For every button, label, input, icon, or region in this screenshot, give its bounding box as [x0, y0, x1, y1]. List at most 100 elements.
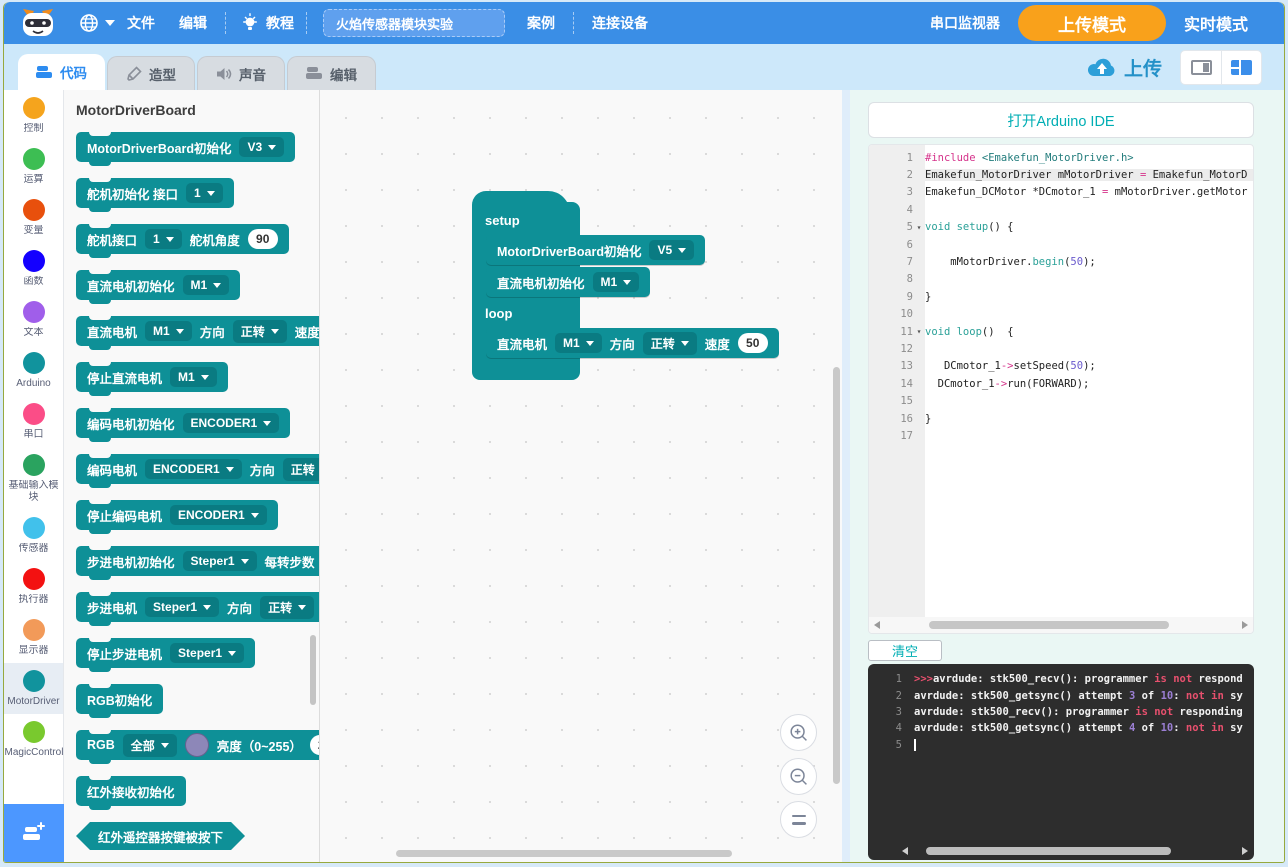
block-value-input[interactable]: 255 — [310, 735, 320, 755]
block-dropdown[interactable]: 1 — [186, 183, 223, 203]
output-console[interactable]: 1>>>avrdude: stk500_recv(): programmer i… — [868, 664, 1254, 860]
palette-block[interactable]: MotorDriverBoard初始化V3 — [76, 132, 295, 162]
scroll-right-arrow-icon[interactable] — [1242, 847, 1248, 855]
clear-console-button[interactable]: 清空 — [868, 640, 942, 661]
sidebar-item-变量[interactable]: 变量 — [4, 192, 63, 243]
zoom-out-button[interactable] — [780, 758, 817, 795]
palette-block[interactable]: 步进电机Steper1方向正转步数 — [76, 592, 320, 622]
block-dropdown[interactable]: 1 — [145, 229, 182, 249]
block-dropdown[interactable]: M1 — [170, 367, 217, 387]
zoom-in-button[interactable] — [780, 714, 817, 751]
scroll-left-arrow-icon[interactable] — [902, 847, 908, 855]
fold-marker-icon[interactable]: ▾ — [913, 223, 925, 232]
block-dropdown[interactable]: V5 — [649, 240, 694, 260]
sidebar-item-执行器[interactable]: 执行器 — [4, 561, 63, 612]
palette-block[interactable]: RGB初始化 — [76, 684, 163, 714]
block-dropdown[interactable]: 正转 — [233, 320, 287, 343]
palette-block[interactable]: 红外遥控器按键被按下 — [76, 822, 245, 850]
palette-block[interactable]: 编码电机初始化ENCODER1 — [76, 408, 290, 438]
block-dropdown[interactable]: ENCODER1 — [170, 505, 267, 525]
sidebar-item-函数[interactable]: 函数 — [4, 243, 63, 294]
sidebar-item-Arduino[interactable]: Arduino — [4, 345, 63, 396]
sidebar-item-运算[interactable]: 运算 — [4, 141, 63, 192]
block-dropdown[interactable]: 正转 — [283, 458, 320, 481]
palette-block[interactable]: 停止编码电机ENCODER1 — [76, 500, 278, 530]
block-dropdown[interactable]: M1 — [555, 333, 602, 353]
tab-sound[interactable]: 声音 — [197, 56, 285, 90]
speaker-icon — [216, 66, 232, 82]
upload-mode-button[interactable]: 上传模式 — [1018, 5, 1166, 41]
fold-marker-icon[interactable]: ▾ — [913, 327, 925, 336]
block-label: 舵机角度 — [190, 230, 240, 249]
sidebar-item-基础输入模块[interactable]: 基础输入模块 — [4, 447, 63, 510]
palette-block[interactable]: RGB全部亮度（0~255）255 — [76, 730, 320, 760]
block-dropdown[interactable]: M1 — [183, 275, 230, 295]
project-name-input[interactable]: 火焰传感器模块实验 — [323, 9, 505, 37]
scrollbar-thumb[interactable] — [926, 847, 1171, 855]
menu-edit[interactable]: 编辑 — [179, 13, 207, 33]
sidebar-item-传感器[interactable]: 传感器 — [4, 510, 63, 561]
canvas-block[interactable]: MotorDriverBoard初始化V5 — [486, 235, 705, 265]
block-dropdown[interactable]: M1 — [593, 272, 640, 292]
canvas-vertical-scrollbar[interactable] — [833, 367, 840, 784]
canvas-horizontal-scrollbar[interactable] — [396, 850, 732, 857]
sidebar-item-MagicControl[interactable]: MagicControl — [4, 714, 63, 765]
program-child-row: MotorDriverBoard初始化V5 — [486, 235, 705, 267]
sidebar-item-串口[interactable]: 串口 — [4, 396, 63, 447]
palette-block[interactable]: 步进电机初始化Steper1每转步数100 — [76, 546, 320, 576]
upload-button[interactable]: 上传 — [1086, 54, 1162, 81]
block-dropdown[interactable]: V3 — [239, 137, 284, 157]
layout-grid-button[interactable] — [1221, 51, 1261, 84]
sidebar-item-MotorDriver[interactable]: MotorDriver — [4, 663, 63, 714]
tab-code[interactable]: 代码 — [18, 54, 105, 90]
block-value-input[interactable]: 50 — [738, 333, 768, 353]
sidebar-item-显示器[interactable]: 显示器 — [4, 612, 63, 663]
tab-edit[interactable]: 编辑 — [287, 56, 376, 90]
block-dropdown[interactable]: ENCODER1 — [145, 459, 242, 479]
add-extension-button[interactable] — [4, 804, 64, 862]
palette-scrollbar[interactable] — [310, 635, 316, 705]
open-arduino-ide-button[interactable]: 打开Arduino IDE — [868, 102, 1254, 138]
language-selector[interactable] — [78, 12, 115, 34]
block-value-input[interactable]: 90 — [248, 229, 278, 249]
sidebar-item-文本[interactable]: 文本 — [4, 294, 63, 345]
block-dropdown[interactable]: ENCODER1 — [183, 413, 280, 433]
block-color-swatch[interactable] — [185, 733, 209, 757]
console-horizontal-scrollbar[interactable] — [902, 845, 1248, 857]
palette-block[interactable]: 舵机初始化 接口1 — [76, 178, 234, 208]
palette-block[interactable]: 停止直流电机M1 — [76, 362, 228, 392]
line-number: 8 — [869, 273, 913, 285]
tab-costume[interactable]: 造型 — [107, 56, 195, 90]
scrollbar-thumb[interactable] — [929, 621, 1169, 629]
block-dropdown[interactable]: 全部 — [123, 734, 177, 757]
serial-monitor-button[interactable]: 串口监视器 — [930, 13, 1000, 33]
layout-right-panel-button[interactable] — [1181, 51, 1221, 84]
zoom-reset-button[interactable] — [780, 801, 817, 838]
palette-block[interactable]: 直流电机初始化M1 — [76, 270, 240, 300]
editor-horizontal-scrollbar[interactable] — [869, 617, 1253, 633]
palette-block[interactable]: 红外接收初始化 — [76, 776, 186, 806]
block-dropdown[interactable]: 正转 — [643, 332, 697, 355]
chevron-down-icon — [105, 20, 115, 26]
workspace-canvas[interactable]: setup MotorDriverBoard初始化V5直流电机初始化M1 直流电… — [320, 90, 842, 862]
block-dropdown[interactable]: 正转 — [260, 596, 314, 619]
palette-block[interactable]: 编码电机ENCODER1方向正转 — [76, 454, 320, 484]
palette-block[interactable]: 舵机接口1舵机角度90 — [76, 224, 289, 254]
block-dropdown[interactable]: Steper1 — [145, 597, 219, 617]
menu-tutorial[interactable]: 教程 — [240, 12, 300, 34]
block-dropdown[interactable]: M1 — [145, 321, 192, 341]
realtime-mode-button[interactable]: 实时模式 — [1184, 11, 1248, 35]
block-dropdown[interactable]: Steper1 — [170, 643, 244, 663]
scroll-left-arrow-icon[interactable] — [874, 621, 880, 629]
scroll-right-arrow-icon[interactable] — [1242, 621, 1248, 629]
block-dropdown[interactable]: Steper1 — [183, 551, 257, 571]
canvas-block[interactable]: 直流电机M1方向正转速度50 — [486, 328, 779, 358]
menu-connect-device[interactable]: 连接设备 — [592, 13, 648, 33]
sidebar-item-控制[interactable]: 控制 — [4, 90, 63, 141]
canvas-block[interactable]: 直流电机初始化M1 — [486, 267, 650, 297]
palette-block[interactable]: 停止步进电机Steper1 — [76, 638, 255, 668]
code-editor[interactable]: 1#include <Emakefun_MotorDriver.h>2Emake… — [868, 144, 1254, 634]
palette-block[interactable]: 直流电机M1方向正转速度0 — [76, 316, 320, 346]
menu-file[interactable]: 文件 — [127, 13, 155, 33]
menu-examples[interactable]: 案例 — [527, 13, 555, 33]
